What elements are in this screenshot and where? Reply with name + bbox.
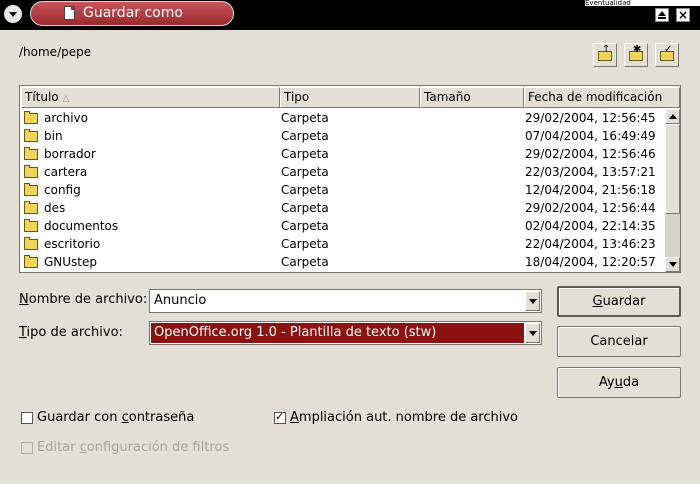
auto-extension-checkbox[interactable] [274,410,286,424]
file-date: 22/04/2004, 13:46:23 [525,237,656,251]
file-type: Carpeta [281,255,329,269]
file-date: 29/02/2004, 12:56:45 [525,111,656,125]
file-name: cartera [44,165,88,179]
default-directory-button[interactable]: ✓ [655,43,679,67]
file-name: bin [44,129,63,143]
file-date: 12/04/2004, 21:56:18 [525,183,656,197]
close-window-button[interactable]: × [676,8,690,22]
shade-window-button[interactable] [655,8,669,22]
column-header-size[interactable]: Tamaño [420,87,524,108]
file-name: borrador [44,147,96,161]
file-rows: archivo Carpeta 29/02/2004, 12:56:45 bin Car… [21,109,665,271]
file-type: Carpeta [281,129,329,143]
table-row[interactable]: documentos Carpeta 02/04/2004, 22:14:35 [21,217,665,235]
folder-icon [24,255,38,268]
file-name: archivo [44,111,89,125]
document-icon [64,6,75,20]
filetype-select[interactable]: OpenOffice.org 1.0 - Plantilla de texto … [149,321,542,345]
table-row[interactable]: GNUstep Carpeta 18/04/2004, 12:20:57 [21,253,665,271]
background-window-strip: Eventualidad [585,0,700,6]
file-type: Carpeta [281,147,329,161]
table-row[interactable]: archivo Carpeta 29/02/2004, 12:56:45 [21,109,665,127]
table-row[interactable]: borrador Carpeta 29/02/2004, 12:56:46 [21,145,665,163]
file-name: config [44,183,81,197]
file-type: Carpeta [281,201,329,215]
folder-icon [24,219,38,232]
file-date: 02/04/2004, 22:14:35 [525,219,656,233]
file-type: Carpeta [281,237,329,251]
window-menu-icon[interactable] [4,5,22,23]
current-path: /home/pepe [19,45,92,59]
file-list[interactable]: Título △ Tipo Tamaño Fecha de modificació… [19,85,681,273]
file-name: escritorio [44,237,101,251]
file-name: documentos [44,219,119,233]
filetype-label: Tipo de archivo: [19,325,123,340]
edit-filter-settings-checkbox [21,442,33,454]
save-with-password-checkbox[interactable] [21,412,33,424]
title-bar[interactable]: Guardar como Eventualidad × [0,0,700,30]
folder-icon [24,129,38,142]
scroll-up-icon[interactable] [665,109,680,124]
file-type: Carpeta [281,165,329,179]
table-row[interactable]: cartera Carpeta 22/03/2004, 13:57:21 [21,163,665,181]
chevron-down-icon[interactable] [525,291,540,311]
scroll-down-icon[interactable] [665,257,680,272]
file-type: Carpeta [281,219,329,233]
file-name: des [44,201,66,215]
cancel-button[interactable]: Cancelar [557,326,681,357]
new-folder-button[interactable]: ✱ [624,43,648,67]
table-row[interactable]: bin Carpeta 07/04/2004, 16:49:49 [21,127,665,145]
edit-filter-settings-label: Editar configuración de filtros [37,440,230,455]
filename-input[interactable]: Anuncio [154,290,206,312]
folder-icon [24,201,38,214]
filename-label: Nombre de archivo: [19,292,148,307]
chevron-down-icon[interactable] [525,323,540,343]
sort-ascending-icon: △ [62,94,70,104]
window-title-tab[interactable]: Guardar como [30,1,234,26]
window-title: Guardar como [83,5,183,21]
folder-icon [24,183,38,196]
save-with-password-label[interactable]: Guardar con contraseña [37,410,194,425]
vertical-scrollbar[interactable] [665,109,680,272]
table-row[interactable]: des Carpeta 29/02/2004, 12:56:44 [21,199,665,217]
file-date: 29/02/2004, 12:56:46 [525,147,656,161]
file-list-header: Título △ Tipo Tamaño Fecha de modificació… [21,87,680,108]
file-date: 07/04/2004, 16:49:49 [525,129,656,143]
file-date: 18/04/2004, 12:20:57 [525,255,656,269]
column-header-type[interactable]: Tipo [280,87,420,108]
folder-icon [24,237,38,250]
column-header-title[interactable]: Título △ [21,87,280,108]
folder-icon [24,165,38,178]
column-header-date[interactable]: Fecha de modificación [524,87,680,108]
file-name: GNUstep [44,255,98,269]
auto-extension-label[interactable]: Ampliación aut. nombre de archivo [290,410,518,425]
help-button[interactable]: Ayuda [557,367,681,398]
file-date: 29/02/2004, 12:56:44 [525,201,656,215]
filetype-selected-value: OpenOffice.org 1.0 - Plantilla de texto … [154,325,437,340]
folder-icon [24,147,38,160]
file-type: Carpeta [281,111,329,125]
file-type: Carpeta [281,183,329,197]
scroll-thumb[interactable] [665,124,680,214]
table-row[interactable]: escritorio Carpeta 22/04/2004, 13:46:23 [21,235,665,253]
table-row[interactable]: config Carpeta 12/04/2004, 21:56:18 [21,181,665,199]
save-button[interactable]: Guardar [557,286,681,317]
file-date: 22/03/2004, 13:57:21 [525,165,656,179]
folder-icon [24,111,38,124]
folder-up-button[interactable]: ↑ [593,43,617,67]
filename-combobox[interactable]: Anuncio [149,289,542,313]
